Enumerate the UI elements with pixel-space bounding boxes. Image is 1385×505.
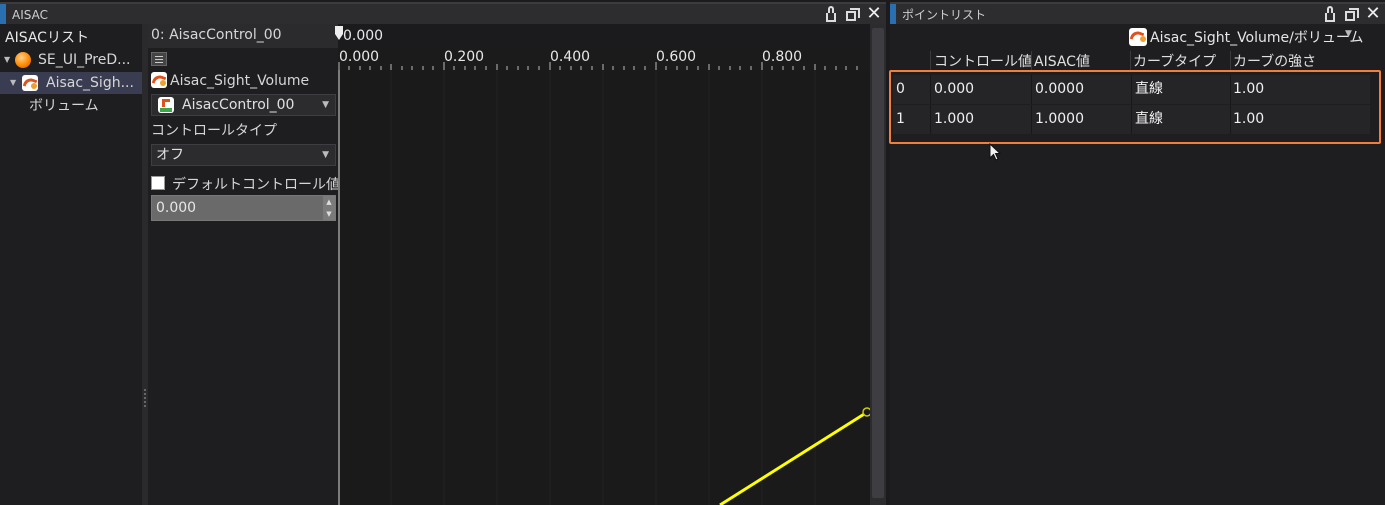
lock-icon[interactable] [826, 5, 842, 22]
column-separator [930, 51, 931, 71]
default-value-text: 0.000 [156, 200, 197, 216]
chevron-down-icon: ▼ [322, 100, 329, 110]
row-index: 0 [896, 81, 905, 97]
aisac-control-select[interactable]: AisacControl_00 ▼ [151, 94, 336, 116]
aisac-list-header: AISACリスト [5, 30, 89, 46]
point-list-target[interactable]: Aisac_Sight_Volume/ボリューム [1150, 27, 1363, 47]
titlebar-accent [890, 4, 896, 24]
ruler-tick-label: 0.800 [762, 49, 803, 65]
ruler-tick-label: 0.000 [339, 49, 380, 65]
tree-item-label: ボリューム [29, 98, 99, 114]
column-separator [1031, 51, 1032, 71]
cell-aisac-value[interactable]: 0.0000 [1035, 75, 1084, 104]
tree-item-label: Aisac_Sigh... [46, 75, 134, 91]
control-header-value: 0: AisacControl_00 [151, 27, 282, 43]
aisac-panel-title: AISAC [12, 8, 48, 22]
chevron-down-icon: ▼ [322, 150, 329, 160]
control-header: 0: AisacControl_00 [148, 24, 338, 48]
aisac-titlebar: AISAC ✕ [0, 2, 886, 24]
point-list-scrollbar[interactable] [1370, 27, 1385, 481]
tree-item-volume[interactable]: ボリューム [0, 95, 142, 117]
column-header-control[interactable]: コントロール値 [934, 51, 1032, 71]
graph-canvas[interactable] [338, 46, 870, 505]
close-icon[interactable]: ✕ [1365, 5, 1381, 23]
aisac-control-icon [158, 97, 174, 113]
column-separator [1130, 51, 1131, 71]
row-index: 1 [896, 111, 905, 127]
curve-graph[interactable] [338, 46, 870, 505]
column-header-strength[interactable]: カーブの強さ [1233, 51, 1316, 71]
column-separator [1230, 51, 1231, 71]
restore-icon[interactable] [1345, 7, 1361, 21]
tree-item-label: SE_UI_PreD... [38, 52, 131, 68]
graph-gridlines [390, 70, 816, 505]
ruler-tick-label: 0.200 [444, 49, 485, 65]
control-type-label: コントロールタイプ [151, 123, 277, 139]
control-type-select[interactable]: オフ ▼ [151, 144, 336, 166]
pointlist-panel-title: ポイントリスト [902, 8, 987, 22]
pointlist-titlebar: ポイントリスト ✕ [890, 2, 1385, 24]
cell-curve-strength[interactable]: 1.00 [1233, 75, 1264, 104]
restore-icon[interactable] [846, 7, 862, 21]
cell-curve-type[interactable]: 直線 [1135, 75, 1163, 104]
cell-aisac-value[interactable]: 1.0000 [1035, 105, 1084, 134]
mouse-cursor-icon [989, 142, 1003, 163]
cell-control-value[interactable]: 1.000 [934, 105, 974, 134]
scrollbar-thumb[interactable] [872, 28, 884, 498]
ruler-tick-label: 0.600 [656, 49, 697, 65]
aisac-curve-icon [22, 75, 38, 91]
cell-curve-strength[interactable]: 1.00 [1233, 105, 1264, 134]
titlebar-accent [0, 4, 6, 24]
table-row[interactable]: 0 0.000 0.0000 直線 1.00 [893, 75, 1371, 104]
aisac-name-label: Aisac_Sight_Volume [170, 73, 310, 89]
default-control-checkbox[interactable] [151, 176, 165, 190]
spin-buttons[interactable]: ▲ ▼ [323, 196, 335, 220]
graph-ruler: 0.000 0.200 0.400 0.600 0.800 [338, 46, 870, 70]
default-control-label: デフォルトコントロール値 [172, 177, 340, 193]
point-list-panel: Aisac_Sight_Volume/ボリューム ▼ コントロール値 AISAC… [890, 24, 1385, 505]
cue-orange-icon [15, 52, 31, 68]
curve-point-marker[interactable] [862, 407, 870, 417]
aisac-list-panel: AISACリスト ▼ SE_UI_PreD... ▼ Aisac_Sigh...… [0, 24, 142, 505]
playhead-value: 0.000 [343, 28, 384, 44]
tree-item-cue[interactable]: ▼ SE_UI_PreD... [0, 49, 142, 71]
control-type-value: オフ [156, 147, 184, 163]
aisac-curve-icon [151, 72, 167, 88]
graph-scrollbar[interactable] [870, 24, 886, 505]
menu-icon[interactable] [151, 52, 167, 66]
close-icon[interactable]: ✕ [866, 5, 882, 23]
expand-arrow-icon[interactable]: ▼ [10, 72, 16, 94]
aisac-control-value: AisacControl_00 [182, 97, 295, 113]
aisac-control-panel: 0: AisacControl_00 Aisac_Sight_Volume Ai… [148, 24, 340, 505]
table-row[interactable]: 1 1.000 1.0000 直線 1.00 [893, 105, 1371, 134]
chevron-down-icon[interactable]: ▼ [1345, 29, 1352, 39]
lock-icon[interactable] [1325, 5, 1341, 22]
cell-control-value[interactable]: 0.000 [934, 75, 974, 104]
aisac-curve-icon [1129, 28, 1147, 46]
column-header-aisac[interactable]: AISAC値 [1034, 51, 1090, 71]
column-header-curve-type[interactable]: カーブタイプ [1133, 51, 1216, 71]
ruler-tick-label: 0.400 [550, 49, 591, 65]
tree-item-aisac[interactable]: ▼ Aisac_Sigh... [0, 72, 142, 94]
cell-curve-type[interactable]: 直線 [1135, 105, 1163, 134]
aisac-curve-line [719, 409, 870, 505]
expand-arrow-icon[interactable]: ▼ [4, 49, 10, 71]
default-value-spinbox[interactable]: 0.000 ▲ ▼ [151, 195, 336, 221]
